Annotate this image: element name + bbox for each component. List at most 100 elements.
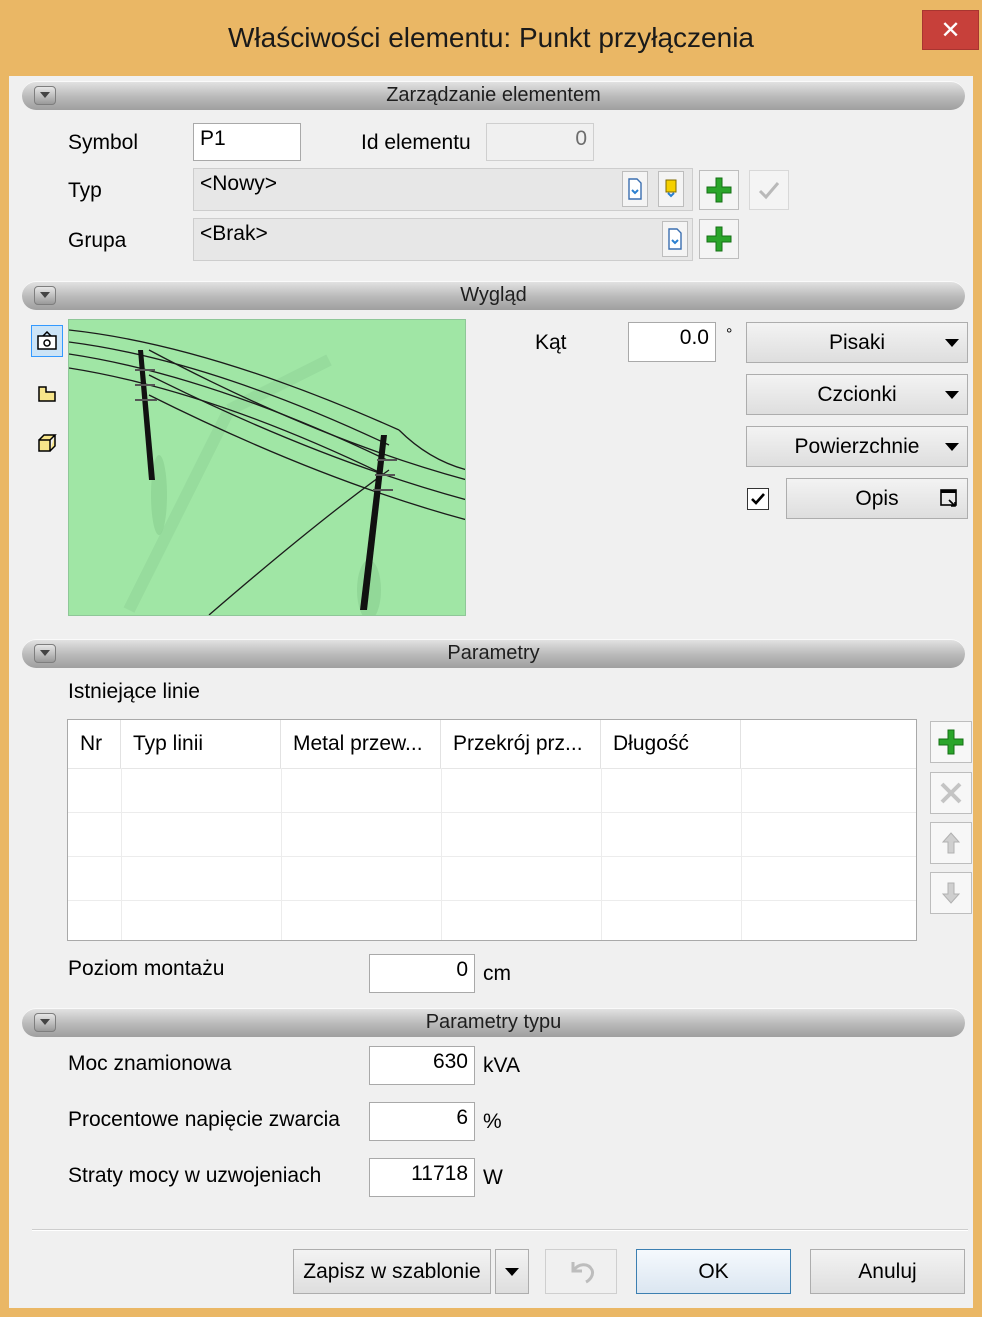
column-header-line-type[interactable]: Typ linii bbox=[121, 720, 281, 768]
fonts-button-label: Czcionki bbox=[817, 383, 897, 406]
type-select[interactable]: <Nowy> bbox=[193, 168, 693, 211]
table-row[interactable] bbox=[68, 856, 916, 857]
arrow-down-icon bbox=[941, 882, 961, 904]
section-header-appearance[interactable]: Wygląd bbox=[22, 281, 965, 310]
save-template-label: Zapisz w szablonie bbox=[303, 1260, 481, 1283]
database-icon[interactable] bbox=[658, 171, 684, 207]
view-3d-icon[interactable] bbox=[31, 325, 63, 357]
save-template-button[interactable]: Zapisz w szablonie bbox=[293, 1249, 491, 1294]
checkmark-icon bbox=[751, 493, 765, 505]
undo-button[interactable] bbox=[545, 1249, 617, 1294]
undo-icon bbox=[571, 1262, 594, 1284]
view-2d-icon[interactable] bbox=[31, 377, 63, 409]
power-line-preview-image bbox=[69, 329, 465, 615]
column-header-length[interactable]: Długość bbox=[601, 720, 741, 768]
move-down-button[interactable] bbox=[930, 872, 972, 914]
column-divider bbox=[281, 768, 282, 940]
add-line-button[interactable] bbox=[930, 721, 972, 763]
add-icon bbox=[706, 226, 732, 252]
type-select-value: <Nowy> bbox=[200, 172, 278, 195]
accept-type-button[interactable] bbox=[749, 170, 789, 210]
column-header-conductor-metal[interactable]: Metal przew... bbox=[281, 720, 441, 768]
winding-losses-input[interactable]: 11718 bbox=[369, 1158, 475, 1197]
angle-label: Kąt bbox=[535, 331, 567, 354]
column-header-cross-section[interactable]: Przekrój prz... bbox=[441, 720, 601, 768]
symbol-label: Symbol bbox=[68, 131, 139, 154]
group-label: Grupa bbox=[68, 229, 127, 252]
footer-separator-highlight bbox=[32, 1230, 968, 1231]
section-header-type-parameters[interactable]: Parametry typu bbox=[22, 1008, 965, 1037]
group-select-value: <Brak> bbox=[200, 222, 268, 245]
group-select[interactable]: <Brak> bbox=[193, 218, 693, 261]
type-label: Typ bbox=[68, 179, 102, 202]
section-title: Parametry typu bbox=[425, 1011, 562, 1033]
chevron-down-icon bbox=[945, 391, 959, 399]
save-template-menu-button[interactable] bbox=[495, 1249, 529, 1294]
short-circuit-voltage-unit: % bbox=[483, 1110, 502, 1133]
section-header-parameters[interactable]: Parametry bbox=[22, 639, 965, 668]
arrow-up-icon bbox=[941, 832, 961, 854]
surfaces-button-label: Powierzchnie bbox=[794, 435, 920, 458]
column-divider bbox=[741, 768, 742, 940]
short-circuit-voltage-label: Procentowe napięcie zwarcia bbox=[68, 1108, 340, 1131]
mount-level-unit: cm bbox=[483, 962, 511, 985]
section-header-management[interactable]: Zarządzanie elementem bbox=[22, 81, 965, 110]
move-up-button[interactable] bbox=[930, 822, 972, 864]
new-document-icon[interactable] bbox=[662, 221, 688, 257]
section-title: Wygląd bbox=[460, 284, 527, 306]
section-title: Parametry bbox=[447, 642, 540, 664]
section-title: Zarządzanie elementem bbox=[386, 84, 601, 106]
open-dialog-icon bbox=[940, 489, 957, 507]
cancel-button[interactable]: Anuluj bbox=[810, 1249, 965, 1294]
pens-dropdown-button[interactable]: Pisaki bbox=[746, 322, 968, 363]
chevron-down-icon bbox=[945, 339, 959, 347]
rated-power-input[interactable]: 630 bbox=[369, 1046, 475, 1085]
surfaces-dropdown-button[interactable]: Powierzchnie bbox=[746, 426, 968, 467]
column-divider bbox=[121, 768, 122, 940]
rated-power-label: Moc znamionowa bbox=[68, 1052, 232, 1075]
existing-lines-table[interactable]: Nr Typ linii Metal przew... Przekrój prz… bbox=[67, 719, 917, 941]
cancel-button-label: Anuluj bbox=[858, 1260, 917, 1283]
close-button[interactable]: ✕ bbox=[922, 10, 979, 50]
description-button[interactable]: Opis bbox=[786, 478, 968, 519]
description-checkbox[interactable] bbox=[747, 488, 769, 510]
element-id-field: 0 bbox=[486, 123, 594, 161]
winding-losses-unit: W bbox=[483, 1166, 503, 1189]
ok-button[interactable]: OK bbox=[636, 1249, 791, 1294]
add-icon bbox=[706, 177, 732, 203]
table-row[interactable] bbox=[68, 900, 916, 901]
column-header-nr[interactable]: Nr bbox=[68, 720, 121, 768]
winding-losses-label: Straty mocy w uzwojeniach bbox=[68, 1164, 322, 1187]
mount-level-label: Poziom montażu bbox=[68, 957, 225, 980]
pens-button-label: Pisaki bbox=[828, 331, 886, 354]
column-divider bbox=[601, 768, 602, 940]
short-circuit-voltage-input[interactable]: 6 bbox=[369, 1102, 475, 1141]
checkmark-icon bbox=[758, 182, 780, 200]
element-id-label: Id elementu bbox=[361, 131, 471, 154]
view-box-icon[interactable] bbox=[31, 427, 63, 459]
chevron-down-icon bbox=[945, 443, 959, 451]
new-document-icon[interactable] bbox=[622, 171, 648, 207]
description-button-label: Opis bbox=[855, 487, 899, 510]
angle-input[interactable]: 0.0 bbox=[628, 322, 716, 362]
mount-level-input[interactable]: 0 bbox=[369, 954, 475, 993]
column-divider bbox=[441, 768, 442, 940]
symbol-input[interactable]: P1 bbox=[193, 123, 301, 161]
add-group-button[interactable] bbox=[699, 219, 739, 259]
delete-icon bbox=[940, 782, 962, 804]
window-title: Właściwości elementu: Punkt przyłączenia bbox=[228, 22, 754, 53]
existing-lines-label: Istniejące linie bbox=[68, 680, 200, 703]
element-preview[interactable] bbox=[68, 319, 466, 616]
table-row[interactable] bbox=[68, 812, 916, 813]
angle-unit: ° bbox=[726, 326, 733, 343]
rated-power-unit: kVA bbox=[483, 1054, 520, 1077]
delete-line-button[interactable] bbox=[930, 772, 972, 814]
ok-button-label: OK bbox=[698, 1260, 729, 1283]
header-divider bbox=[68, 768, 916, 769]
title-bar[interactable]: Właściwości elementu: Punkt przyłączenia… bbox=[0, 0, 982, 76]
add-icon bbox=[938, 729, 964, 755]
fonts-dropdown-button[interactable]: Czcionki bbox=[746, 374, 968, 415]
chevron-down-icon bbox=[505, 1268, 519, 1276]
add-type-button[interactable] bbox=[699, 170, 739, 210]
dialog-window: Właściwości elementu: Punkt przyłączenia… bbox=[0, 0, 982, 1317]
